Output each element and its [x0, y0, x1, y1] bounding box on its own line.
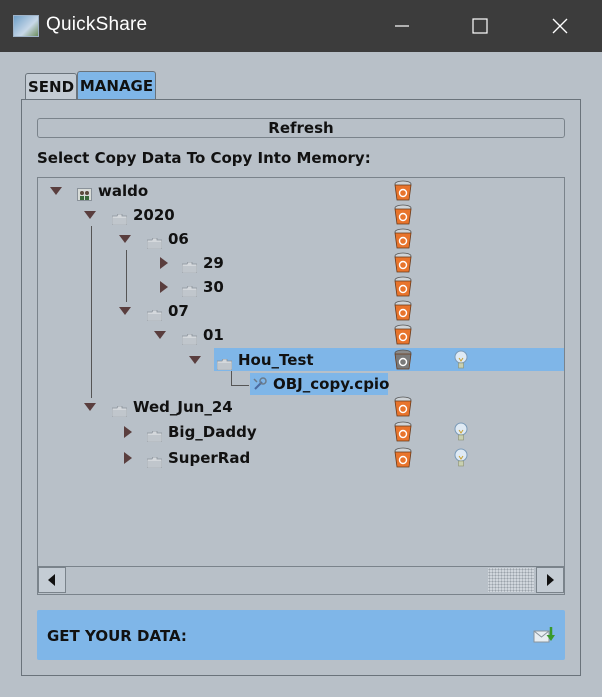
copy-bucket-icon[interactable] [393, 252, 413, 274]
tree-node[interactable]: Big_Daddy [38, 421, 564, 443]
tree-node-label: 01 [203, 326, 224, 344]
copy-bucket-icon[interactable] [393, 300, 413, 322]
tree-node[interactable]: 30 [38, 276, 564, 298]
tree-node[interactable]: 07 [38, 300, 564, 322]
get-data-dropzone[interactable]: GET YOUR DATA: [37, 610, 565, 660]
tool-icon [252, 376, 267, 390]
tree-node[interactable]: 01 [38, 324, 564, 346]
copy-bucket-icon[interactable] [393, 421, 413, 443]
scroll-left-button[interactable] [38, 567, 66, 593]
tree-node[interactable]: waldo [38, 180, 564, 202]
tree-node-label: 29 [203, 254, 224, 272]
tree-node[interactable]: 29 [38, 252, 564, 274]
copy-bucket-icon[interactable] [393, 349, 413, 371]
expand-arrow-icon[interactable] [124, 426, 132, 438]
folder-icon [146, 234, 163, 250]
app-icon [13, 15, 39, 37]
get-data-label: GET YOUR DATA: [47, 627, 187, 645]
tab-manage[interactable]: MANAGE [77, 71, 156, 99]
tree-node[interactable]: SuperRad [38, 447, 564, 469]
tree-node-label: OBJ_copy.cpio [273, 375, 390, 393]
collapse-arrow-icon[interactable] [119, 307, 131, 315]
folder-icon [146, 453, 163, 469]
mail-download-icon[interactable] [533, 626, 555, 644]
collapse-arrow-icon[interactable] [50, 187, 62, 195]
tree-node-label: 30 [203, 278, 224, 296]
folder-icon [216, 355, 233, 371]
collapse-arrow-icon[interactable] [119, 235, 131, 243]
collapse-arrow-icon[interactable] [189, 356, 201, 364]
tree-node[interactable]: 2020 [38, 204, 564, 226]
folder-icon [146, 306, 163, 322]
tree-node[interactable]: OBJ_copy.cpio [38, 373, 564, 395]
copy-bucket-icon[interactable] [393, 447, 413, 469]
copy-bucket-icon[interactable] [393, 276, 413, 298]
tree-node-label: 07 [168, 302, 189, 320]
tree-node[interactable]: 06 [38, 228, 564, 250]
expand-arrow-icon[interactable] [124, 452, 132, 464]
folder-icon [111, 402, 128, 418]
maximize-button[interactable] [440, 0, 520, 52]
tree-node[interactable]: Hou_Test [38, 349, 564, 371]
folder-icon [111, 210, 128, 226]
tree-node-label: Wed_Jun_24 [133, 398, 233, 416]
title-bar[interactable]: QuickShare [0, 0, 602, 52]
collapse-arrow-icon[interactable] [84, 211, 96, 219]
tree-node-label: waldo [98, 182, 149, 200]
lightbulb-icon[interactable] [453, 349, 469, 371]
user-folder-icon [77, 186, 92, 201]
minimize-button[interactable] [362, 0, 442, 52]
folder-icon [146, 427, 163, 443]
horizontal-scrollbar[interactable] [38, 566, 564, 593]
tree-node-label: 06 [168, 230, 189, 248]
scroll-thumb[interactable] [488, 568, 534, 592]
tree-node-label: Big_Daddy [168, 423, 257, 441]
copy-bucket-icon[interactable] [393, 228, 413, 250]
collapse-arrow-icon[interactable] [84, 403, 96, 411]
copy-bucket-icon[interactable] [393, 204, 413, 226]
select-prompt: Select Copy Data To Copy Into Memory: [37, 149, 371, 167]
copy-bucket-icon[interactable] [393, 180, 413, 202]
collapse-arrow-icon[interactable] [154, 331, 166, 339]
folder-icon [181, 330, 198, 346]
scroll-right-button[interactable] [536, 567, 564, 593]
folder-icon [181, 258, 198, 274]
quickshare-window: QuickShare SEND MANAGE Refresh Select Co… [0, 0, 602, 697]
copy-data-tree[interactable]: waldo 2020 06 29 30 07 01 Hou_Test OBJ_copy.cpio… [37, 177, 565, 595]
window-title: QuickShare [46, 14, 148, 35]
copy-bucket-icon[interactable] [393, 324, 413, 346]
tree-node-label: Hou_Test [238, 351, 314, 369]
folder-icon [181, 282, 198, 298]
tree-node-label: SuperRad [168, 449, 251, 467]
copy-bucket-icon[interactable] [393, 396, 413, 418]
expand-arrow-icon[interactable] [160, 281, 168, 293]
refresh-button[interactable]: Refresh [37, 118, 565, 138]
close-button[interactable] [520, 0, 600, 52]
expand-arrow-icon[interactable] [160, 257, 168, 269]
tree-node[interactable]: Wed_Jun_24 [38, 396, 564, 418]
lightbulb-icon[interactable] [453, 421, 469, 443]
tab-send[interactable]: SEND [25, 73, 77, 99]
lightbulb-icon[interactable] [453, 447, 469, 469]
tree-node-label: 2020 [133, 206, 175, 224]
